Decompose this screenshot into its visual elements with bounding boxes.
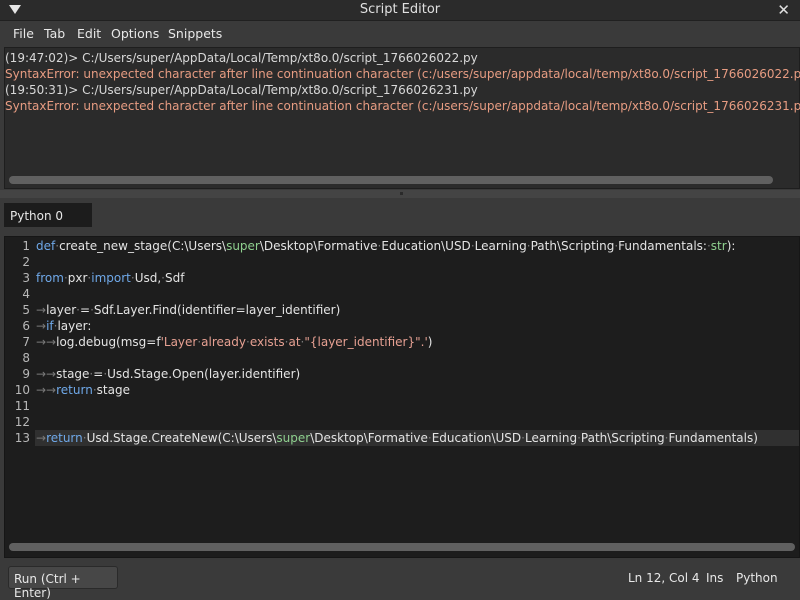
code-line-1: def·create_new_stage(C:\Users\super\Desk… xyxy=(36,239,736,253)
line-number: 8 xyxy=(22,351,30,365)
menu-bar: File Tab Edit Options Snippets xyxy=(0,21,800,45)
line-number: 10 xyxy=(14,383,30,397)
code-line-3: from·pxr·import·Usd,·Sdf xyxy=(36,271,185,285)
output-line: (19:47:02)> C:/Users/super/AppData/Local… xyxy=(5,51,478,65)
language-indicator[interactable]: Python xyxy=(736,571,778,585)
output-horizontal-scrollbar[interactable] xyxy=(9,176,773,184)
line-number: 4 xyxy=(22,287,30,301)
output-panel[interactable]: (19:47:02)> C:/Users/super/AppData/Local… xyxy=(4,47,800,189)
tab-bar: Python 0 xyxy=(0,200,800,228)
output-error-line: SyntaxError: unexpected character after … xyxy=(5,67,800,81)
menu-edit[interactable]: Edit xyxy=(77,26,101,41)
line-number: 11 xyxy=(14,399,30,413)
line-number: 9 xyxy=(22,367,30,381)
line-number: 6 xyxy=(22,319,30,333)
line-number: 12 xyxy=(14,415,30,429)
tab-python-0[interactable]: Python 0 xyxy=(4,203,92,227)
title-bar: Script Editor ✕ xyxy=(0,0,800,21)
code-line-6: →if·layer: xyxy=(36,319,92,333)
editor-horizontal-scrollbar[interactable] xyxy=(9,543,795,551)
menu-snippets[interactable]: Snippets xyxy=(168,26,222,41)
line-number: 1 xyxy=(22,239,30,253)
code-editor[interactable]: 1 2 3 4 5 6 7 8 9 10 11 12 13 def·create… xyxy=(4,236,800,558)
code-line-9: →→stage·=·Usd.Stage.Open(layer.identifie… xyxy=(36,367,301,381)
line-number: 13 xyxy=(14,431,30,445)
close-icon[interactable]: ✕ xyxy=(777,1,790,19)
run-button[interactable]: Run (Ctrl + Enter) xyxy=(8,566,118,600)
output-line: (19:50:31)> C:/Users/super/AppData/Local… xyxy=(5,83,478,97)
code-line-10: →→return·stage xyxy=(36,383,130,397)
panel-splitter[interactable] xyxy=(0,190,800,198)
line-number: 7 xyxy=(22,335,30,349)
status-bar: Run (Ctrl + Enter) Ln 12, Col 4 Ins Pyth… xyxy=(0,562,800,600)
menu-file[interactable]: File xyxy=(13,26,34,41)
line-number: 5 xyxy=(22,303,30,317)
splitter-grip-icon xyxy=(400,192,403,195)
code-line-5: →layer·=·Sdf.Layer.Find(identifier=layer… xyxy=(36,303,341,317)
cursor-position: Ln 12, Col 4 xyxy=(628,571,700,585)
output-error-line: SyntaxError: unexpected character after … xyxy=(5,99,800,113)
window-title: Script Editor xyxy=(359,2,441,17)
line-number-gutter: 1 2 3 4 5 6 7 8 9 10 11 12 13 xyxy=(5,237,35,557)
code-line-13: →return·Usd.Stage.CreateNew(C:\Users\sup… xyxy=(36,431,758,445)
line-number: 3 xyxy=(22,271,30,285)
insert-mode: Ins xyxy=(706,571,724,585)
code-line-7: →→log.debug(msg=f'Layer·already·exists·a… xyxy=(36,335,433,349)
menu-options[interactable]: Options xyxy=(111,26,159,41)
line-number: 2 xyxy=(22,255,30,269)
menu-tab[interactable]: Tab xyxy=(44,26,65,41)
